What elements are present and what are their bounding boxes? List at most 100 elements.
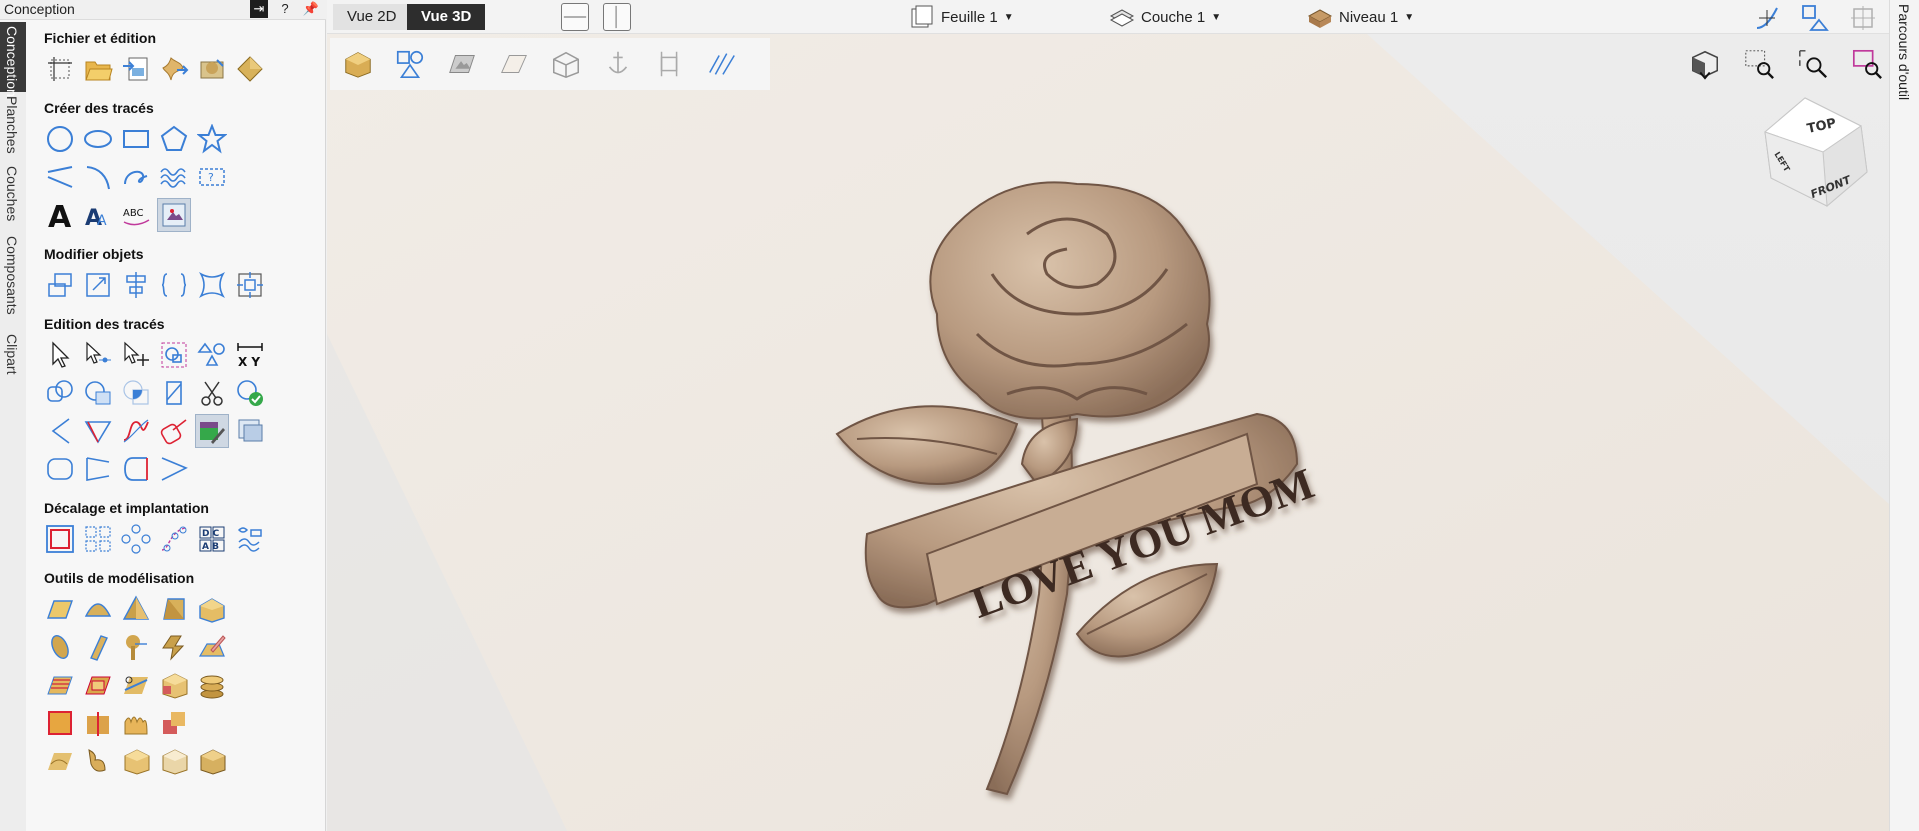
tool-profile-icon[interactable] (120, 631, 152, 663)
dimension-tool-icon[interactable]: ? (196, 161, 228, 193)
bitmap-toggle-icon[interactable] (446, 48, 478, 80)
tab-composants[interactable]: Composants (0, 232, 26, 330)
copy-along-path-icon[interactable] (158, 523, 190, 555)
cube-relief-plain-icon[interactable] (158, 745, 190, 777)
circular-array-icon[interactable] (120, 523, 152, 555)
center-object-icon[interactable] (234, 269, 266, 301)
bitmap-trace-icon[interactable] (157, 198, 191, 232)
toolpaths-tab[interactable]: Parcours d'outil (1889, 0, 1919, 831)
shaded-model-icon[interactable] (342, 48, 374, 80)
zoom-extents-icon[interactable] (1797, 48, 1829, 80)
image-position-icon[interactable] (234, 415, 266, 447)
text-outline-tool-icon[interactable]: AA (82, 199, 114, 231)
intersect-icon[interactable] (120, 377, 152, 409)
join-check-icon[interactable] (234, 377, 266, 409)
zoom-box-icon[interactable] (1743, 48, 1775, 80)
weld-icon[interactable] (44, 377, 76, 409)
align-objects-icon[interactable] (120, 269, 152, 301)
measure-xy-icon[interactable]: X Y (234, 339, 266, 371)
mirror-object-icon[interactable] (158, 269, 190, 301)
collapse-panel-icon[interactable]: ⇥ (250, 0, 268, 18)
sheet-dropdown[interactable]: Feuille 1 ▼ (909, 4, 1014, 30)
relief-sheet-icon[interactable] (44, 745, 76, 777)
snap-grid-icon[interactable] (1799, 2, 1831, 34)
interactive-transform-icon[interactable] (158, 339, 190, 371)
new-file-icon[interactable] (44, 53, 76, 85)
arc-tool-icon[interactable] (82, 161, 114, 193)
edit-bitmap-icon[interactable] (195, 414, 229, 448)
chamfer-icon[interactable] (82, 415, 114, 447)
text-tool-icon[interactable]: A (44, 199, 76, 231)
array-copy-icon[interactable] (82, 523, 114, 555)
trim-icon[interactable] (158, 377, 190, 409)
view-cube[interactable]: TOP FRONT LEFT (1757, 94, 1875, 218)
tab-planches[interactable]: Planches (0, 92, 26, 162)
import-icon[interactable] (120, 53, 152, 85)
close-vector-icon[interactable] (120, 453, 152, 485)
single-view-layout-button[interactable] (561, 3, 589, 31)
toolpath-lines-icon[interactable] (706, 48, 738, 80)
level-dropdown[interactable]: Niveau 1 ▼ (1307, 4, 1414, 30)
rose-relief-model[interactable]: LOVE YOU MOM (777, 164, 1477, 814)
component-box-icon[interactable] (158, 669, 190, 701)
polygon-tool-icon[interactable] (158, 123, 190, 155)
wireframe-box-icon[interactable] (550, 48, 582, 80)
dome-icon[interactable] (82, 593, 114, 625)
text-on-curve-icon[interactable]: ABC (120, 199, 152, 231)
move-object-icon[interactable] (44, 269, 76, 301)
zoom-selection-icon[interactable] (1851, 48, 1883, 80)
scale-object-icon[interactable] (82, 269, 114, 301)
rectangle-tool-icon[interactable] (120, 123, 152, 155)
material-plane-icon[interactable] (498, 48, 530, 80)
offset-vector-icon[interactable] (44, 523, 76, 555)
tab-view-2d[interactable]: Vue 2D (333, 4, 411, 30)
export-icon[interactable] (158, 53, 190, 85)
pin-icon[interactable]: 📌 (302, 0, 320, 18)
flame-relief-icon[interactable] (120, 707, 152, 739)
cube-relief-icon[interactable] (120, 745, 152, 777)
pyramid-icon[interactable] (120, 593, 152, 625)
slice-model-icon[interactable] (120, 669, 152, 701)
split-view-layout-button[interactable] (603, 3, 631, 31)
labels-dcab-icon[interactable]: D C A B (196, 523, 228, 555)
two-rail-sweep-icon[interactable] (158, 631, 190, 663)
rounded-corner-icon[interactable] (44, 453, 76, 485)
ellipse-tool-icon[interactable] (82, 123, 114, 155)
tab-couches[interactable]: Couches (0, 162, 26, 232)
smooth-curve-icon[interactable] (120, 415, 152, 447)
offset-cut-icon[interactable] (158, 415, 190, 447)
split-model-icon[interactable] (82, 707, 114, 739)
texture-icon[interactable] (44, 669, 76, 701)
vectors-3d-icon[interactable] (394, 48, 426, 80)
tab-view-3d[interactable]: Vue 3D (407, 4, 486, 30)
clipart-relief-icon[interactable] (82, 745, 114, 777)
transform-select-icon[interactable] (120, 339, 152, 371)
sweep-icon[interactable] (82, 631, 114, 663)
scissors-icon[interactable] (196, 377, 228, 409)
circle-tool-icon[interactable] (44, 123, 76, 155)
extrude-box-icon[interactable] (196, 593, 228, 625)
nesting-icon[interactable] (234, 523, 266, 555)
cube-relief-dark-icon[interactable] (196, 745, 228, 777)
gem-icon[interactable] (234, 53, 266, 85)
revolve-icon[interactable] (44, 631, 76, 663)
fillet-icon[interactable] (44, 415, 76, 447)
layer-dropdown[interactable]: Couche 1 ▼ (1109, 4, 1221, 30)
snap-icon[interactable] (1751, 2, 1783, 34)
shapes-group-icon[interactable] (196, 339, 228, 371)
extend-line-icon[interactable] (82, 453, 114, 485)
anchor-origin-icon[interactable] (602, 48, 634, 80)
toolpath-preview-icon[interactable] (654, 48, 686, 80)
angle-vector-icon[interactable] (158, 453, 190, 485)
tab-clipart[interactable]: Clipart (0, 330, 26, 390)
star-tool-icon[interactable] (196, 123, 228, 155)
box-red-icon[interactable] (44, 707, 76, 739)
stacked-discs-icon[interactable] (196, 669, 228, 701)
sculpt-icon[interactable] (196, 631, 228, 663)
view-shading-icon[interactable] (1689, 48, 1721, 80)
polyline-tool-icon[interactable] (44, 161, 76, 193)
subtract-icon[interactable] (82, 377, 114, 409)
flat-surface-icon[interactable] (44, 593, 76, 625)
distort-object-icon[interactable] (196, 269, 228, 301)
open-folder-icon[interactable] (82, 53, 114, 85)
